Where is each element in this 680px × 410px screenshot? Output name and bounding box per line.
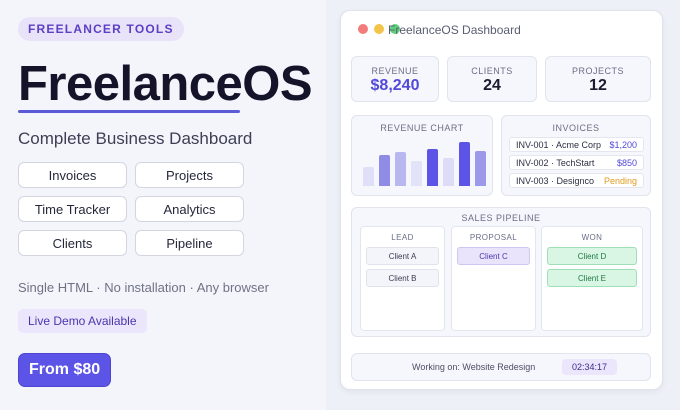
category-tag: FREELANCER TOOLS (18, 17, 184, 41)
deal-card[interactable]: Client D (547, 247, 637, 265)
deal-card[interactable]: Client A (366, 247, 439, 265)
revenue-chart-bars (363, 136, 486, 186)
invoices-label: INVOICES (552, 123, 600, 133)
invoice-amount: $1,200 (609, 139, 637, 150)
pipeline-label: SALES PIPELINE (461, 213, 541, 223)
invoice-text: INV-001 · Acme Corp (516, 139, 602, 150)
revenue-chart-label: REVENUE CHART (380, 123, 464, 133)
invoice-row[interactable]: INV-003 · Designco Pending (509, 173, 644, 188)
sales-pipeline-card: SALES PIPELINE LEAD Client A Client B PR… (351, 207, 651, 337)
stat-label: CLIENTS (471, 66, 513, 76)
revenue-bar (395, 152, 406, 186)
stat-card-revenue[interactable]: REVENUE $8,240 (351, 56, 439, 102)
stat-value: $8,240 (370, 77, 420, 94)
deal-card[interactable]: Client B (366, 269, 439, 287)
stat-card-projects[interactable]: PROJECTS 12 (545, 56, 651, 102)
feature-chip-time-tracker[interactable]: Time Tracker (18, 196, 127, 222)
column-title: PROPOSAL (469, 233, 518, 242)
feature-chip-pipeline[interactable]: Pipeline (135, 230, 244, 256)
timer-display[interactable]: 02:34:17 (562, 359, 618, 375)
invoice-text: INV-002 · TechStart (516, 157, 595, 168)
invoice-text: INV-003 · Designco (516, 175, 595, 186)
deal-card[interactable]: Client C (457, 247, 530, 265)
pipeline-column-won: WON Client D Client E (541, 226, 643, 331)
promo-panel: FREELANCER TOOLS FreelanceOS Complete Bu… (0, 0, 330, 410)
feature-chip-invoices[interactable]: Invoices (18, 162, 127, 188)
pipeline-column-proposal: PROPOSAL Client C (451, 226, 536, 331)
feature-chip-projects[interactable]: Projects (135, 162, 244, 188)
dashboard-window: FreelanceOS Dashboard REVENUE $8,240 CLI… (340, 10, 663, 390)
title-underline (18, 110, 240, 113)
product-subtitle: Complete Business Dashboard (18, 129, 253, 148)
invoice-row[interactable]: INV-002 · TechStart $850 (509, 155, 644, 170)
close-window-dot[interactable] (358, 24, 368, 34)
product-title: FreelanceOS (18, 57, 313, 111)
feature-chip-clients[interactable]: Clients (18, 230, 127, 256)
window-title: FreelanceOS Dashboard (388, 23, 521, 37)
column-title: WON (581, 233, 603, 242)
revenue-bar (427, 149, 438, 186)
price-button[interactable]: From $80 (18, 353, 112, 387)
feature-chip-analytics[interactable]: Analytics (135, 196, 244, 222)
stat-label: PROJECTS (571, 66, 624, 76)
live-demo-badge[interactable]: Live Demo Available (18, 309, 147, 333)
invoices-card: INVOICES INV-001 · Acme Corp $1,200 INV-… (501, 115, 651, 196)
minimize-window-dot[interactable] (374, 24, 384, 34)
current-task-text: Working on: Website Redesign (412, 362, 536, 372)
invoice-amount: $850 (616, 157, 637, 168)
revenue-chart-card: REVENUE CHART (351, 115, 493, 196)
revenue-bar (411, 161, 422, 186)
stat-label: REVENUE (371, 66, 419, 76)
invoice-row[interactable]: INV-001 · Acme Corp $1,200 (509, 137, 644, 152)
tagline: Single HTML · No installation · Any brow… (18, 280, 269, 295)
revenue-bar (475, 151, 486, 186)
time-tracker-bar: Working on: Website Redesign 02:34:17 (351, 353, 651, 381)
pipeline-column-lead: LEAD Client A Client B (360, 226, 445, 331)
deal-card[interactable]: Client E (547, 269, 637, 287)
revenue-bar (363, 167, 374, 186)
revenue-bar (379, 155, 390, 186)
invoice-status-pending: Pending (603, 175, 637, 186)
revenue-bar (443, 158, 454, 186)
column-title: LEAD (391, 233, 414, 242)
stat-value: 12 (589, 77, 607, 94)
revenue-bar (459, 142, 470, 186)
feature-list: Invoices Projects Time Tracker Analytics… (18, 162, 244, 256)
stat-card-clients[interactable]: CLIENTS 24 (447, 56, 537, 102)
stat-value: 24 (483, 77, 501, 94)
